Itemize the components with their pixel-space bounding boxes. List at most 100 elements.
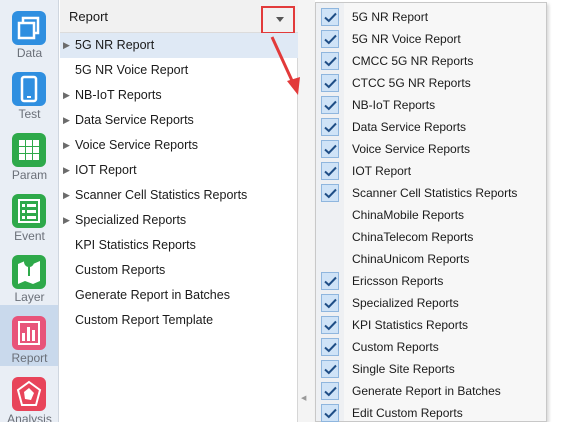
menu-item-label: NB-IoT Reports [352, 98, 436, 112]
menu-item-checkbox[interactable] [321, 140, 339, 158]
menu-item[interactable]: ChinaTelecom Reports [316, 226, 546, 248]
tree-row[interactable]: ▶ Data Service Reports [60, 108, 298, 133]
tree-row[interactable]: ▶ Voice Service Reports [60, 133, 298, 158]
checkmark-icon [324, 12, 337, 23]
sidebar-item-analysis[interactable]: Analysis [0, 366, 58, 422]
sidebar-item-label: Report [11, 351, 48, 365]
menu-item-checkbox[interactable] [321, 360, 339, 378]
menu-item-checkbox[interactable] [321, 272, 339, 290]
menu-item-label: Data Service Reports [352, 120, 467, 134]
expand-arrow-icon[interactable]: ▶ [63, 165, 70, 176]
menu-item-checkbox[interactable] [321, 96, 339, 114]
tree-row[interactable]: 5G NR Voice Report [60, 58, 298, 83]
menu-item[interactable]: Generate Report in Batches [316, 380, 546, 402]
sidebar-item-layer[interactable]: Layer [0, 244, 58, 305]
checkmark-icon [324, 276, 337, 287]
menu-item[interactable]: Scanner Cell Statistics Reports [316, 182, 546, 204]
sidebar-item-data[interactable]: Data [0, 0, 58, 61]
menu-item-checkbox[interactable] [321, 338, 339, 356]
checkmark-icon [324, 56, 337, 67]
menu-item-checkbox[interactable] [321, 294, 339, 312]
tree-row-label: Voice Service Reports [75, 138, 198, 152]
menu-item-label: Custom Reports [352, 340, 439, 354]
menu-item[interactable]: Edit Custom Reports [316, 402, 546, 422]
sidebar-item-label: Test [18, 107, 41, 121]
menu-item-label: CMCC 5G NR Reports [352, 54, 474, 68]
tree-row[interactable]: ▶ NB-IoT Reports [60, 83, 298, 108]
menu-item-label: Generate Report in Batches [352, 384, 501, 398]
bar-chart-icon [12, 316, 46, 350]
expand-arrow-icon[interactable]: ▶ [63, 140, 70, 151]
menu-item[interactable]: CTCC 5G NR Reports [316, 72, 546, 94]
menu-item-checkbox[interactable] [321, 118, 339, 136]
menu-item-label: 5G NR Voice Report [352, 32, 461, 46]
tree-row[interactable]: Generate Report in Batches [60, 283, 298, 308]
tree-row[interactable]: Custom Report Template [60, 308, 298, 333]
menu-item[interactable]: Data Service Reports [316, 116, 546, 138]
menu-item-label: ChinaUnicom Reports [352, 252, 470, 266]
tree-row-label: Generate Report in Batches [75, 288, 230, 302]
tree-row-label: Specialized Reports [75, 213, 187, 227]
sidebar-item-param[interactable]: Param [0, 122, 58, 183]
menu-item[interactable]: NB-IoT Reports [316, 94, 546, 116]
tree-row-label: KPI Statistics Reports [75, 238, 196, 252]
tree-row[interactable]: ▶ Scanner Cell Statistics Reports [60, 183, 298, 208]
menu-item[interactable]: Specialized Reports [316, 292, 546, 314]
phone-icon [12, 72, 46, 106]
menu-item[interactable]: IOT Report [316, 160, 546, 182]
tree-row[interactable]: KPI Statistics Reports [60, 233, 298, 258]
menu-item-checkbox[interactable] [321, 162, 339, 180]
checkmark-icon [324, 188, 337, 199]
menu-item[interactable]: KPI Statistics Reports [316, 314, 546, 336]
menu-item-checkbox[interactable] [321, 8, 339, 26]
menu-item[interactable]: ChinaUnicom Reports [316, 248, 546, 270]
app-sidebar: Data Test Param Event Layer Report Analy… [0, 0, 59, 422]
menu-item-label: IOT Report [352, 164, 412, 178]
menu-item-checkbox[interactable] [321, 404, 339, 422]
tree-row[interactable]: ▶ IOT Report [60, 158, 298, 183]
map-icon [12, 255, 46, 289]
menu-item[interactable]: Ericsson Reports [316, 270, 546, 292]
expand-arrow-icon[interactable]: ▶ [63, 215, 70, 226]
menu-item[interactable]: ChinaMobile Reports [316, 204, 546, 226]
menu-item[interactable]: 5G NR Report [316, 6, 546, 28]
menu-item-checkbox[interactable] [321, 316, 339, 334]
tree-row[interactable]: Custom Reports [60, 258, 298, 283]
sidebar-item-test[interactable]: Test [0, 61, 58, 122]
menu-item[interactable]: 5G NR Voice Report [316, 28, 546, 50]
menu-item-label: ChinaTelecom Reports [352, 230, 474, 244]
list-icon [12, 194, 46, 228]
sidebar-item-label: Event [14, 229, 45, 243]
tree-row[interactable]: ▶ 5G NR Report [60, 33, 298, 58]
menu-item[interactable]: Custom Reports [316, 336, 546, 358]
menu-item-checkbox[interactable] [321, 382, 339, 400]
menu-item[interactable]: Voice Service Reports [316, 138, 546, 160]
expand-arrow-icon[interactable]: ▶ [63, 190, 70, 201]
tree-row[interactable]: ▶ Specialized Reports [60, 208, 298, 233]
report-panel-header: Report [60, 0, 298, 34]
tree-row-label: Custom Reports [75, 263, 166, 277]
menu-item-checkbox[interactable] [321, 52, 339, 70]
expand-arrow-icon[interactable]: ▶ [63, 90, 70, 101]
menu-item-label: KPI Statistics Reports [352, 318, 469, 332]
expand-arrow-icon[interactable]: ▶ [63, 115, 70, 126]
menu-item-checkbox[interactable] [321, 184, 339, 202]
menu-item-label: ChinaMobile Reports [352, 208, 465, 222]
menu-item[interactable]: CMCC 5G NR Reports [316, 50, 546, 72]
tree-row-label: Data Service Reports [75, 113, 194, 127]
menu-item-checkbox[interactable] [321, 30, 339, 48]
report-filter-dropdown-button[interactable] [261, 6, 295, 34]
sidebar-item-event[interactable]: Event [0, 183, 58, 244]
tree-row-label: 5G NR Voice Report [75, 63, 189, 77]
checkmark-icon [324, 408, 337, 419]
tree-row-label: 5G NR Report [75, 38, 155, 52]
grid-icon [12, 133, 46, 167]
menu-item-label: CTCC 5G NR Reports [352, 76, 471, 90]
menu-item-label: 5G NR Report [352, 10, 429, 24]
collapse-left-icon[interactable]: ◀ [301, 394, 306, 402]
sidebar-item-report[interactable]: Report [0, 305, 58, 366]
expand-arrow-icon[interactable]: ▶ [63, 40, 70, 51]
menu-item-checkbox[interactable] [321, 74, 339, 92]
menu-item[interactable]: Single Site Reports [316, 358, 546, 380]
checkmark-icon [324, 122, 337, 133]
